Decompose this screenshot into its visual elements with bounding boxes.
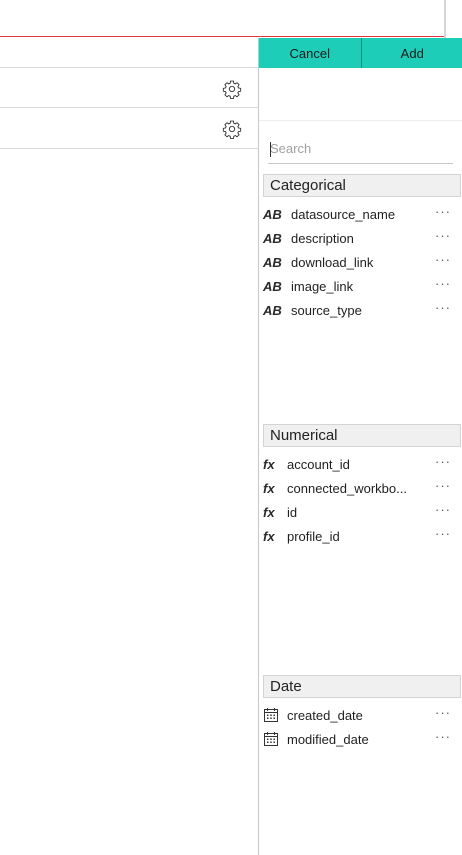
search-box: [268, 134, 453, 164]
more-icon[interactable]: ···: [435, 276, 451, 291]
search-input[interactable]: [268, 134, 453, 163]
field-name: image_link: [291, 278, 354, 294]
field-item[interactable]: created_date ···: [263, 703, 459, 727]
field-name: profile_id: [287, 528, 340, 544]
config-row: [0, 108, 258, 149]
calendar-icon: [263, 731, 287, 747]
formula-type-icon: fx: [263, 480, 275, 496]
field-item[interactable]: fx profile_id ···: [263, 524, 459, 548]
field-name: created_date: [287, 707, 363, 723]
config-row: [0, 67, 258, 108]
field-item[interactable]: AB description ···: [263, 226, 459, 250]
field-item[interactable]: fx id ···: [263, 500, 459, 524]
section-header-date: Date: [263, 675, 461, 698]
gear-icon[interactable]: [222, 119, 242, 139]
more-icon[interactable]: ···: [435, 502, 451, 517]
more-icon[interactable]: ···: [435, 228, 451, 243]
section-header-numerical: Numerical: [263, 424, 461, 447]
field-name: description: [291, 230, 354, 246]
field-item[interactable]: AB download_link ···: [263, 250, 459, 274]
text-type-icon: AB: [263, 302, 282, 318]
text-type-icon: AB: [263, 254, 282, 270]
field-name: source_type: [291, 302, 362, 318]
field-item[interactable]: fx account_id ···: [263, 452, 459, 476]
left-pane: [0, 38, 258, 855]
action-buttons: Cancel Add: [259, 38, 462, 68]
top-bar: [0, 0, 444, 37]
text-type-icon: AB: [263, 230, 282, 246]
more-icon[interactable]: ···: [435, 252, 451, 267]
formula-type-icon: fx: [263, 528, 275, 544]
formula-type-icon: fx: [263, 504, 275, 520]
calendar-icon: [263, 707, 287, 723]
formula-type-icon: fx: [263, 456, 275, 472]
more-icon[interactable]: ···: [435, 204, 451, 219]
field-item[interactable]: AB image_link ···: [263, 274, 459, 298]
scroll-edge: [444, 0, 446, 38]
field-name: id: [287, 504, 298, 520]
divider: [259, 120, 462, 121]
gear-icon[interactable]: [222, 79, 242, 99]
field-name: account_id: [287, 456, 350, 472]
field-item[interactable]: AB datasource_name ···: [263, 202, 459, 226]
field-item[interactable]: fx connected_workbo... ···: [263, 476, 459, 500]
cancel-button[interactable]: Cancel: [259, 38, 362, 68]
more-icon[interactable]: ···: [435, 729, 451, 744]
field-name: download_link: [291, 254, 374, 270]
text-cursor: [270, 142, 271, 157]
more-icon[interactable]: ···: [435, 526, 451, 541]
field-item[interactable]: AB source_type ···: [263, 298, 459, 322]
text-type-icon: AB: [263, 206, 282, 222]
field-picker-panel: Cancel Add Categorical AB datasource_nam…: [258, 38, 462, 855]
field-name: modified_date: [287, 731, 369, 747]
add-button[interactable]: Add: [361, 38, 462, 68]
more-icon[interactable]: ···: [435, 454, 451, 469]
section-header-categorical: Categorical: [263, 174, 461, 197]
text-type-icon: AB: [263, 278, 282, 294]
field-name: connected_workbo...: [287, 480, 407, 496]
field-item[interactable]: modified_date ···: [263, 727, 459, 751]
more-icon[interactable]: ···: [435, 478, 451, 493]
more-icon[interactable]: ···: [435, 300, 451, 315]
more-icon[interactable]: ···: [435, 705, 451, 720]
field-name: datasource_name: [291, 206, 396, 222]
